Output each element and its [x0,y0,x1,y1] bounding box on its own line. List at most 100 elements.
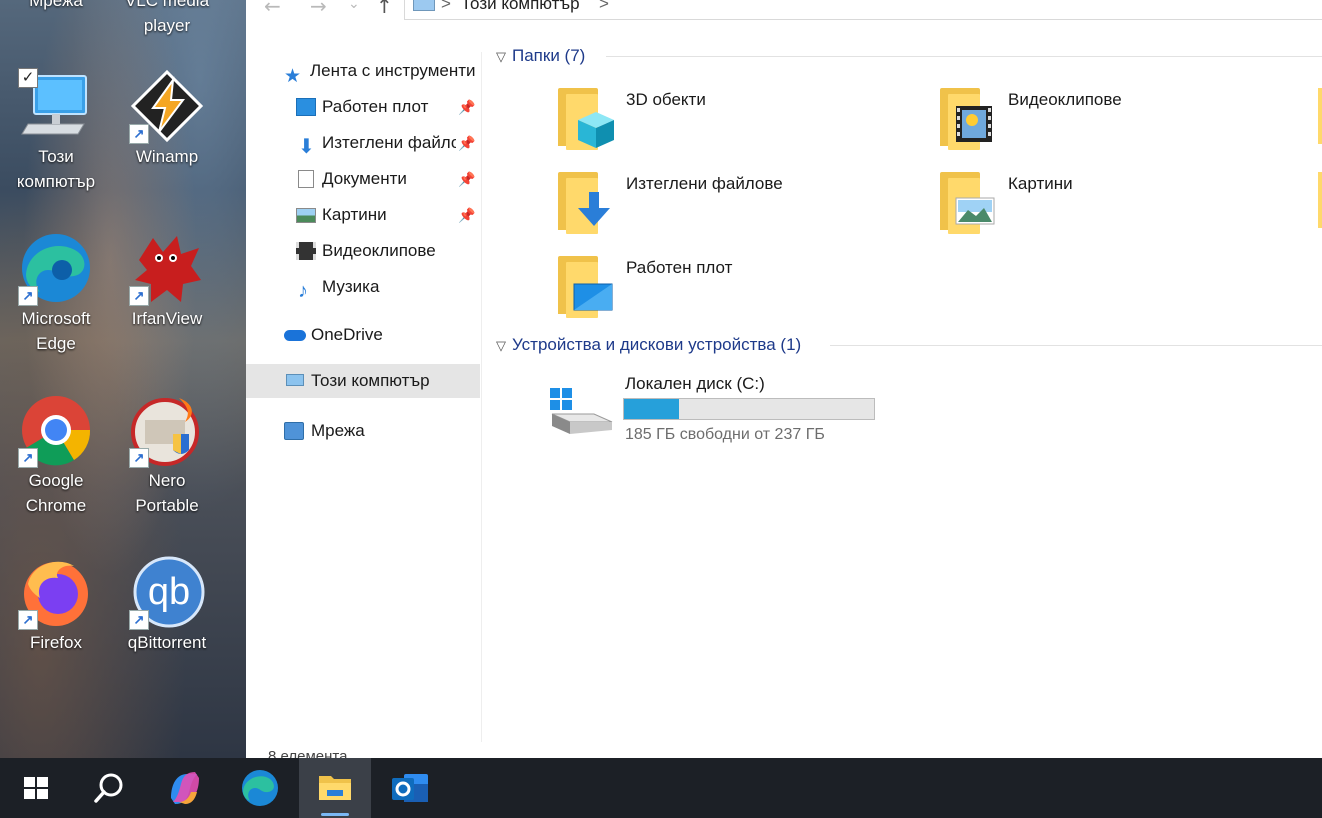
nav-item-documents[interactable]: Документи 📌 [296,162,482,196]
folder-partial-edge[interactable] [1318,88,1322,144]
desktop-icon-label: Winamp [135,147,199,166]
nav-item-label: Работен плот [322,97,429,116]
pin-icon[interactable]: 📌 [458,162,475,196]
desktop-icon-label: Microsoft [21,309,91,328]
chrome-icon: ↗ [18,392,94,468]
winamp-icon: ↗ [129,68,205,144]
nero-icon: ↗ [129,392,205,468]
folder-videos[interactable]: Видеоклипове [938,86,1298,166]
address-toolbar: ← → ⌄ ↑ > Този компютър > [246,0,1322,22]
search-button[interactable] [72,758,144,818]
folder-desktop[interactable]: Работен плот [556,254,916,334]
document-icon [298,170,314,188]
folder-name: Картини [1008,174,1073,193]
desktop-icon-qbittorrent[interactable]: qb ↗ qBittorrent [113,554,221,655]
nav-item-videos[interactable]: Видеоклипове [296,234,482,268]
drive-free-space: 185 ГБ свободни от 237 ГБ [625,426,825,443]
taskbar-file-explorer-button[interactable] [299,758,371,818]
nav-item-desktop[interactable]: Работен плот 📌 [296,90,482,124]
nav-item-label: Мрежа [311,421,365,440]
picture-icon [296,208,316,223]
nav-item-label: Музика [322,277,380,296]
desktop-icon-irfanview[interactable]: ↗ IrfanView [113,230,221,331]
desktop-icon-network-partial[interactable]: Мрежа [2,0,110,13]
pin-icon[interactable]: 📌 [458,90,475,124]
nav-item-music[interactable]: ♪ Музика [296,270,482,304]
pin-icon[interactable]: 📌 [458,126,475,160]
recent-chevron-icon[interactable]: ⌄ [348,0,360,12]
nav-item-label: Документи [322,169,407,188]
folder-partial-edge[interactable] [1318,172,1322,228]
download-arrow-icon: ⬇ [298,136,315,158]
nav-item-onedrive[interactable]: OneDrive [284,318,482,352]
checkbox-icon[interactable]: ✓ [18,68,38,88]
drive-name: Локален диск (C:) [625,374,765,393]
group-title: Устройства и дискови устройства (1) [512,335,802,354]
desktop-icon-label: Firefox [30,633,82,652]
folder-name: Видеоклипове [1008,90,1122,109]
firefox-icon: ↗ [18,554,94,630]
nav-item-quick-access[interactable]: ★ Лента с инструменти [284,54,482,88]
computer-icon [413,0,435,11]
start-button[interactable] [0,758,72,818]
desktop-icon-label: компютър [16,172,96,191]
desktop-icon-label: player [143,16,191,35]
devices-group-header[interactable]: ▽ Устройства и дискови устройства (1) [496,334,801,356]
copilot-button[interactable] [149,758,221,818]
desktop-icon-nero[interactable]: ↗ Nero Portable [113,392,221,518]
nav-item-pictures[interactable]: Картини 📌 [296,198,482,232]
drive-local-c[interactable]: Локален диск (C:) 185 ГБ свободни от 237… [548,370,888,460]
chevron-down-icon: ▽ [496,338,506,353]
irfanview-icon: ↗ [129,230,205,306]
computer-icon [286,374,304,386]
nav-item-this-pc[interactable]: Този компютър [246,364,480,398]
drive-usage-bar [623,398,875,420]
desktop-icon-label: Chrome [25,496,87,515]
folder-downloads-icon [556,170,618,234]
breadcrumb-this-pc[interactable]: Този компютър [461,0,580,14]
folder-pictures[interactable]: Картини [938,170,1298,250]
desktop-icon-label: VLC media [124,0,210,10]
back-arrow-icon[interactable]: ← [264,0,281,18]
desktop-icon-vlc-partial[interactable]: VLC media player [113,0,221,38]
group-divider [830,345,1322,346]
content-pane: ▽ Папки (7) 3D обекти Видеоклипове Изтег… [486,36,1322,736]
drive-usage-fill [624,399,679,419]
edge-icon [242,770,278,806]
desktop-icon-label: Nero [148,471,186,490]
desktop-icon-this-pc[interactable]: ✓ Този компютър [2,68,110,194]
desktop-icon-label: Този [38,147,74,166]
nav-item-label: OneDrive [311,325,383,344]
star-icon: ★ [284,66,302,87]
shortcut-arrow-icon: ↗ [18,448,38,468]
folder-downloads[interactable]: Изтеглени файлове [556,170,916,250]
folder-3d-objects[interactable]: 3D обекти [556,86,916,166]
desktop-icon-firefox[interactable]: ↗ Firefox [2,554,110,655]
folder-icon [319,776,351,800]
desktop-icon-chrome[interactable]: ↗ Google Chrome [2,392,110,518]
breadcrumb-separator: > [599,0,609,13]
taskbar [0,758,1322,818]
cloud-icon [284,330,306,341]
up-arrow-icon[interactable]: ↑ [376,0,393,18]
pin-icon[interactable]: 📌 [458,198,475,232]
desktop-icon-edge[interactable]: ↗ Microsoft Edge [2,230,110,356]
windows-logo-icon [24,777,48,799]
nav-item-downloads[interactable]: ⬇ Изтеглени файлове 📌 [296,126,482,160]
address-bar[interactable]: > Този компютър > [404,0,1322,20]
shortcut-arrow-icon: ↗ [129,124,149,144]
network-icon [284,422,304,440]
film-icon [296,242,316,260]
folders-group-header[interactable]: ▽ Папки (7) [496,45,585,67]
taskbar-edge-button[interactable] [224,758,296,818]
edge-icon: ↗ [18,230,94,306]
taskbar-outlook-button[interactable] [374,758,446,818]
nav-item-network[interactable]: Мрежа [284,414,482,448]
folder-name: 3D обекти [626,90,706,109]
folder-name: Изтеглени файлове [626,174,783,193]
folder-pictures-icon [938,170,1000,234]
forward-arrow-icon[interactable]: → [310,0,327,18]
desktop-icon-winamp[interactable]: ↗ Winamp [113,68,221,169]
copilot-icon [171,772,199,804]
shortcut-arrow-icon: ↗ [18,610,38,630]
